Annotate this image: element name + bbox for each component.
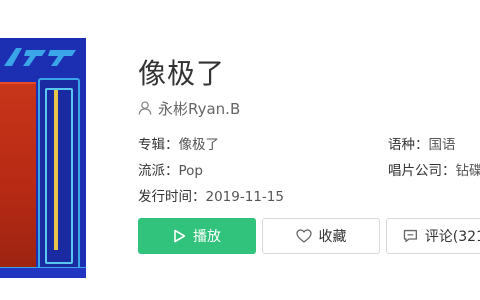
language-value: 国语 <box>428 137 456 153</box>
favorite-label: 收藏 <box>318 229 347 245</box>
cover-rail <box>54 90 58 250</box>
release-date-info: 发行时间：2019-11-15 <box>138 185 284 205</box>
cover-art-panel <box>0 82 36 270</box>
record-label-label: 唱片公司： <box>388 163 456 179</box>
comment-icon <box>403 229 417 243</box>
artist-row[interactable]: 永彬Ryan.B <box>138 98 240 118</box>
album-info: 专辑：像极了 <box>138 133 219 153</box>
cover-frame <box>38 78 80 274</box>
cover-frame-inner <box>45 88 73 264</box>
play-button[interactable]: 播放 <box>138 218 256 254</box>
release-date-label: 发行时间： <box>138 189 206 205</box>
album-cover[interactable] <box>0 38 86 278</box>
heart-icon <box>295 229 312 243</box>
cover-bottom-band <box>0 267 86 278</box>
cover-logo-graphic <box>4 48 76 66</box>
record-label-info: 唱片公司：钻碟 <box>388 159 480 179</box>
song-title: 像极了 <box>138 57 226 90</box>
genre-value: Pop <box>178 163 204 179</box>
comment-label: 评论(321 <box>424 229 480 245</box>
release-date-value: 2019-11-15 <box>205 189 284 205</box>
user-icon <box>138 101 152 115</box>
play-label: 播放 <box>193 229 221 245</box>
comment-button[interactable]: 评论(321 <box>386 218 480 254</box>
play-icon <box>174 229 186 243</box>
language-label: 语种： <box>388 137 429 153</box>
album-label: 专辑： <box>138 137 179 153</box>
genre-info: 流派：Pop <box>138 159 203 179</box>
artist-name[interactable]: 永彬Ryan.B <box>158 98 240 119</box>
genre-label: 流派： <box>138 163 179 179</box>
album-value[interactable]: 像极了 <box>179 137 220 153</box>
favorite-button[interactable]: 收藏 <box>262 218 380 254</box>
record-label-value: 钻碟 <box>455 163 480 179</box>
language-info: 语种：国语 <box>388 133 456 153</box>
